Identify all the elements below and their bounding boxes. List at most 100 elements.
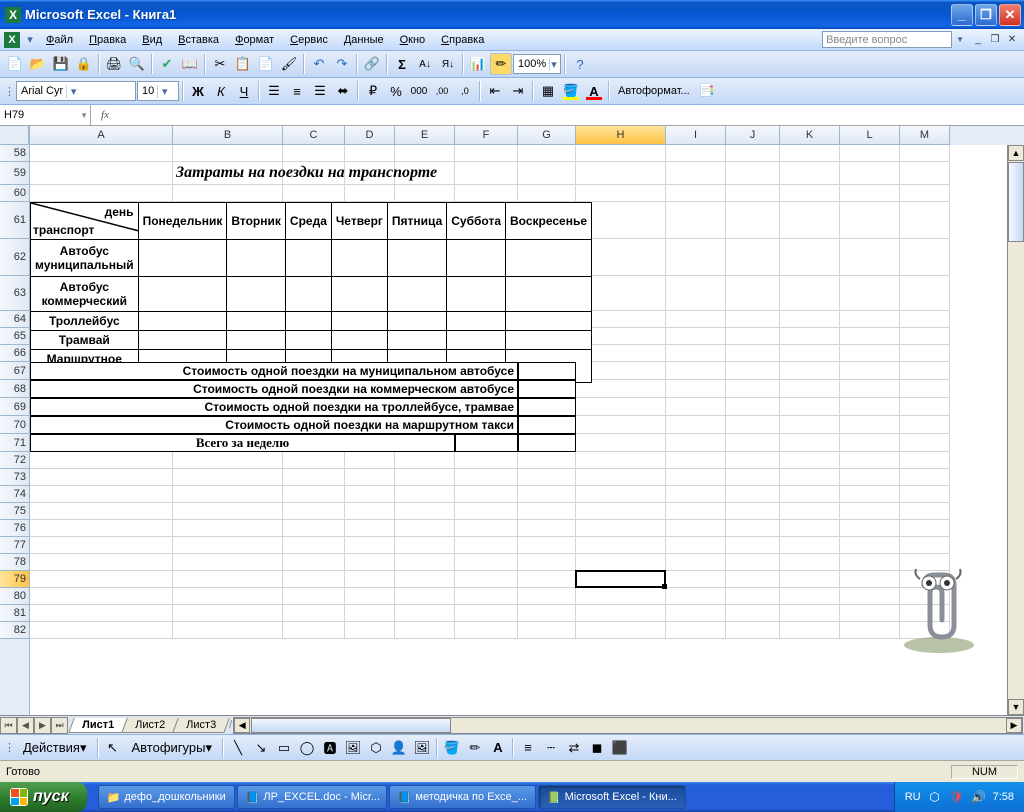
borders-button[interactable]: ▦ (537, 80, 559, 102)
cell[interactable] (780, 486, 840, 503)
cell[interactable] (30, 588, 173, 605)
taskbar-button[interactable]: 📘методичка по Exce_... (389, 785, 536, 809)
cell[interactable] (666, 588, 726, 605)
cell[interactable] (455, 605, 518, 622)
cell[interactable] (780, 162, 840, 185)
cell[interactable] (780, 554, 840, 571)
row-header-80[interactable]: 80 (0, 588, 29, 605)
vertical-scrollbar[interactable]: ▲ ▼ (1007, 145, 1024, 715)
data-cell[interactable] (285, 277, 331, 312)
data-cell[interactable] (138, 331, 227, 350)
row-header-70[interactable]: 70 (0, 416, 29, 434)
row-header-63[interactable]: 63 (0, 276, 29, 311)
cell[interactable] (840, 185, 900, 202)
row-header-67[interactable]: 67 (0, 362, 29, 380)
cell[interactable] (666, 362, 726, 380)
cell[interactable] (780, 345, 840, 362)
col-header-H[interactable]: H (576, 126, 666, 145)
cost-label[interactable]: Стоимость одной поездки на маршрутном та… (30, 416, 518, 434)
percent-button[interactable]: % (385, 80, 407, 102)
cell[interactable] (518, 452, 576, 469)
taskbar-button[interactable]: 📗Microsoft Excel - Кни... (538, 785, 686, 809)
redo-button[interactable]: ↷ (331, 53, 353, 75)
cell[interactable] (780, 239, 840, 276)
cell[interactable] (726, 145, 780, 162)
cell[interactable] (900, 202, 950, 239)
cell[interactable] (666, 416, 726, 434)
cell[interactable] (173, 537, 283, 554)
day-header[interactable]: Понедельник (138, 203, 227, 240)
cell[interactable] (455, 185, 518, 202)
cell[interactable] (780, 469, 840, 486)
row-header-78[interactable]: 78 (0, 554, 29, 571)
cell[interactable] (726, 537, 780, 554)
row-header-59[interactable]: 59 (0, 162, 29, 185)
data-cell[interactable] (331, 312, 387, 331)
cell[interactable] (666, 571, 726, 588)
cell[interactable] (395, 622, 455, 639)
cell[interactable] (840, 486, 900, 503)
cell[interactable] (283, 622, 345, 639)
col-header-E[interactable]: E (395, 126, 455, 145)
cell[interactable] (666, 276, 726, 311)
actions-menu[interactable]: Действия ▾ (16, 737, 94, 759)
print-button[interactable]: 🖨 (103, 53, 125, 75)
cell[interactable] (726, 162, 780, 185)
row-header-58[interactable]: 58 (0, 145, 29, 162)
row-header-71[interactable]: 71 (0, 434, 29, 452)
data-cell[interactable] (506, 240, 592, 277)
col-header-A[interactable]: A (30, 126, 173, 145)
cell[interactable] (395, 469, 455, 486)
cell[interactable] (576, 434, 666, 452)
row-header-62[interactable]: 62 (0, 239, 29, 276)
cell[interactable] (780, 452, 840, 469)
cell[interactable] (840, 416, 900, 434)
cell[interactable] (576, 554, 666, 571)
font-color-tool[interactable]: A (487, 737, 509, 759)
dropdown-icon[interactable]: ▼ (80, 111, 88, 120)
cell[interactable] (283, 588, 345, 605)
start-button[interactable]: пуск (0, 782, 87, 812)
fx-button[interactable]: fx (91, 105, 119, 125)
cell[interactable] (173, 486, 283, 503)
cell[interactable] (395, 503, 455, 520)
cell[interactable] (518, 571, 576, 588)
data-cell[interactable] (387, 331, 446, 350)
sort-desc-button[interactable]: Я↓ (437, 53, 459, 75)
dash-style-tool[interactable]: ┄ (540, 737, 562, 759)
cell[interactable] (576, 503, 666, 520)
data-cell[interactable] (285, 331, 331, 350)
cell[interactable] (173, 469, 283, 486)
cell[interactable] (455, 469, 518, 486)
cell[interactable] (666, 622, 726, 639)
cell[interactable] (30, 162, 173, 185)
cell[interactable] (576, 486, 666, 503)
tray-icon[interactable]: ⬡ (927, 789, 943, 805)
cell[interactable] (576, 416, 666, 434)
research-button[interactable]: 📖 (179, 53, 201, 75)
row-header-68[interactable]: 68 (0, 380, 29, 398)
taskbar-button[interactable]: 📁дефо_дошкольники (98, 785, 235, 809)
cut-button[interactable]: ✂ (209, 53, 231, 75)
cell[interactable] (666, 486, 726, 503)
cell[interactable] (840, 452, 900, 469)
cell[interactable] (726, 503, 780, 520)
cell[interactable] (395, 145, 455, 162)
cell[interactable] (840, 588, 900, 605)
cell[interactable] (576, 398, 666, 416)
textbox-tool[interactable]: 🅰 (319, 737, 341, 759)
cell[interactable] (283, 145, 345, 162)
data-cell[interactable] (331, 331, 387, 350)
cell[interactable] (576, 588, 666, 605)
cell[interactable] (455, 452, 518, 469)
font-combo[interactable]: Arial Cyr▾ (16, 81, 136, 101)
cost-label[interactable]: Стоимость одной поездки на муниципальном… (30, 362, 518, 380)
cell[interactable] (840, 520, 900, 537)
total-value-cell[interactable] (455, 434, 518, 452)
cell[interactable] (900, 398, 950, 416)
cell[interactable] (726, 380, 780, 398)
day-header[interactable]: Пятница (387, 203, 446, 240)
cell[interactable] (840, 239, 900, 276)
cell[interactable] (780, 503, 840, 520)
clock[interactable]: 7:58 (993, 791, 1014, 803)
